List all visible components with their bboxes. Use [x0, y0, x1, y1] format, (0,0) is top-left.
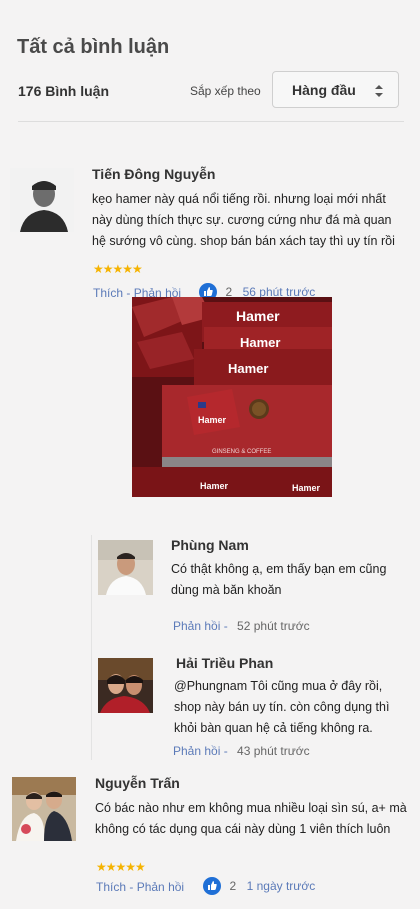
reply-time: 43 phút trước [237, 744, 310, 758]
reply-thread-line [91, 535, 92, 760]
avatar[interactable] [10, 168, 74, 232]
reply-link[interactable]: Phản hồi - [173, 619, 228, 633]
photo-brand-3: Hamer [228, 361, 268, 376]
avatar[interactable] [12, 777, 76, 841]
sort-label: Sắp xếp theo [190, 84, 261, 98]
reply-time: 52 phút trước [237, 619, 310, 633]
page-title: Tất cả bình luận [17, 36, 170, 58]
comment-text: kẹo hamer này quá nổi tiếng rồi. nhưng l… [92, 192, 395, 248]
reply-author[interactable]: Hải Triều Phan [176, 655, 273, 671]
comment-count: 176 Bình luận [18, 83, 110, 99]
photo-subtitle: GINSENG & COFFEE [212, 449, 271, 455]
like-count: 2 [229, 879, 237, 894]
photo-brand-1: Hamer [236, 308, 280, 324]
comment-time: 1 ngày trước [246, 879, 316, 894]
like-link[interactable]: Thích [93, 286, 123, 300]
reply-link[interactable]: Phản hồi - [173, 744, 228, 758]
header-divider [18, 121, 404, 122]
avatar[interactable] [98, 540, 153, 595]
photo-brand-5: Hamer [200, 481, 229, 491]
like-count-group: 2 1 ngày trước [203, 877, 315, 895]
avatar[interactable] [98, 658, 153, 713]
sort-caret-icon [375, 85, 383, 97]
comment-author[interactable]: Nguyễn Trấn [95, 775, 180, 791]
reply-actions: Phản hồi - 43 phút trước [173, 744, 310, 758]
photo-brand-4: Hamer [198, 415, 227, 425]
thumbs-up-icon [203, 877, 221, 895]
photo-brand-2: Hamer [240, 335, 280, 350]
rating-stars: ★★★★★ [93, 262, 143, 276]
comment-text: Có bác nào như em không mua nhiều loại s… [95, 801, 407, 836]
comment-author[interactable]: Tiến Đông Nguyễn [92, 166, 215, 182]
product-image: Hamer Hamer Hamer Hamer GINSENG & COFFEE… [132, 297, 332, 497]
reply-link[interactable]: Phản hồi [137, 880, 184, 894]
avatar-image [98, 658, 153, 713]
reply-text: Có thật không ạ, em thấy bạn em cũng dùn… [171, 562, 387, 597]
avatar-image [12, 777, 76, 841]
comment-photo[interactable]: Hamer Hamer Hamer Hamer GINSENG & COFFEE… [132, 297, 332, 497]
avatar-image [98, 540, 153, 595]
sort-select[interactable]: Hàng đầu [272, 71, 399, 108]
photo-brand-6: Hamer [292, 483, 321, 493]
comment-actions: Thích - Phản hồi [96, 880, 185, 894]
reply-text: @Phungnam Tôi cũng mua ở đây rồi, shop n… [174, 679, 390, 735]
rating-stars: ★★★★★ [96, 860, 146, 874]
reply-actions: Phản hồi - 52 phút trước [173, 619, 310, 633]
avatar-image [10, 168, 74, 232]
like-link[interactable]: Thích [96, 880, 126, 894]
reply-author[interactable]: Phùng Nam [171, 537, 249, 553]
sort-value: Hàng đầu [292, 82, 356, 98]
